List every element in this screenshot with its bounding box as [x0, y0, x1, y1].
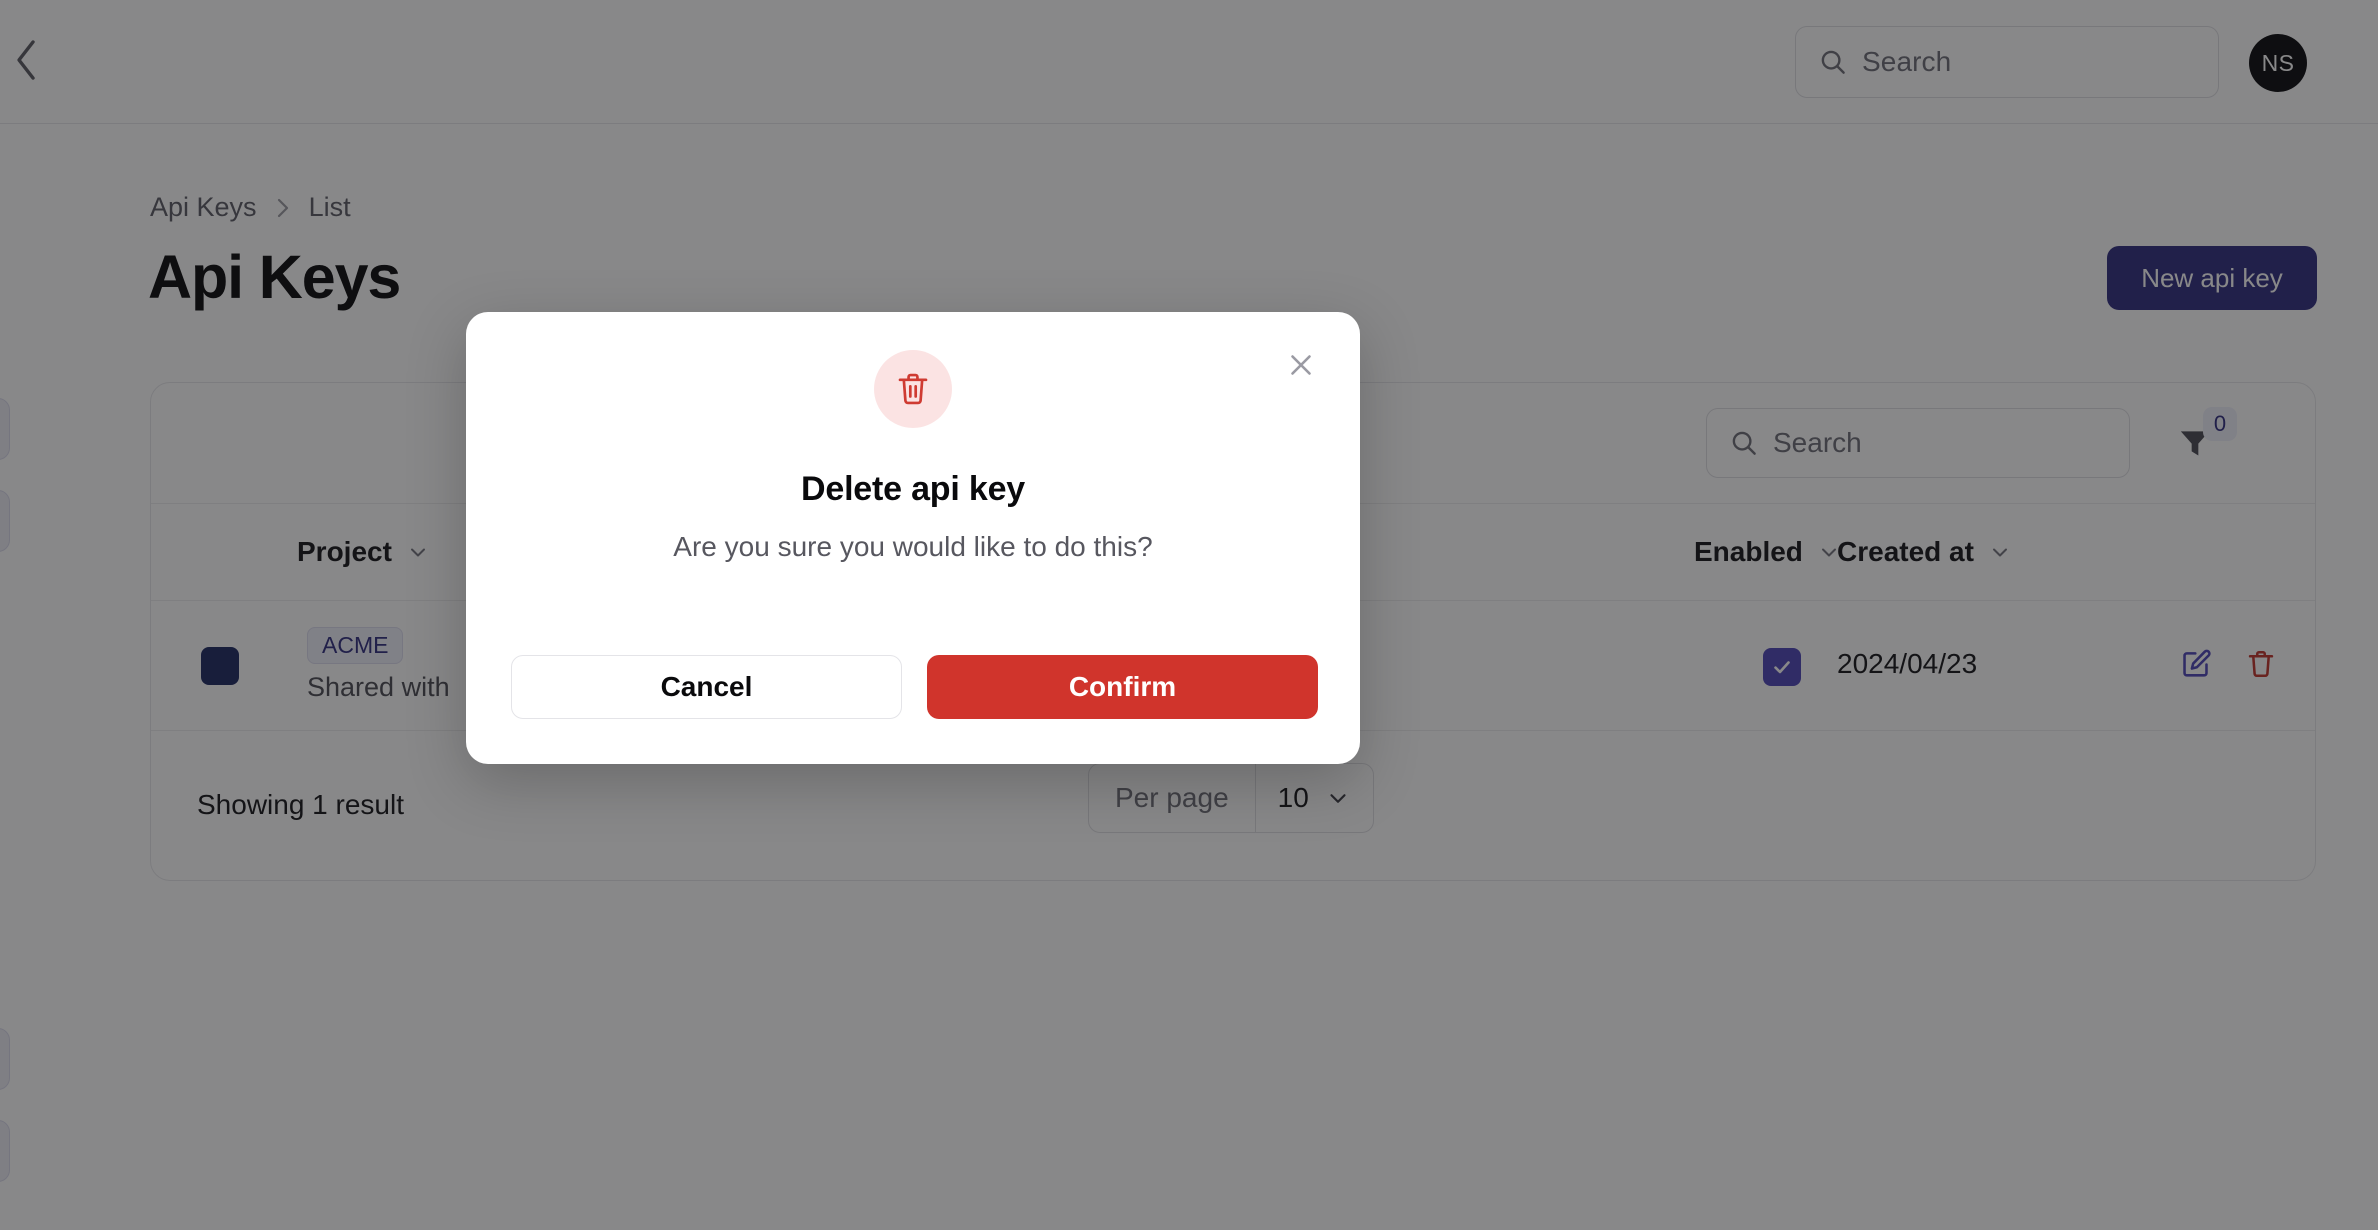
confirm-button[interactable]: Confirm: [927, 655, 1318, 719]
delete-confirmation-modal: Delete api key Are you sure you would li…: [466, 312, 1360, 764]
modal-subtitle: Are you sure you would like to do this?: [673, 531, 1153, 562]
modal-title: Delete api key: [801, 470, 1025, 508]
close-x-icon[interactable]: [1278, 342, 1324, 388]
trash-icon: [874, 350, 952, 428]
cancel-button[interactable]: Cancel: [511, 655, 902, 719]
